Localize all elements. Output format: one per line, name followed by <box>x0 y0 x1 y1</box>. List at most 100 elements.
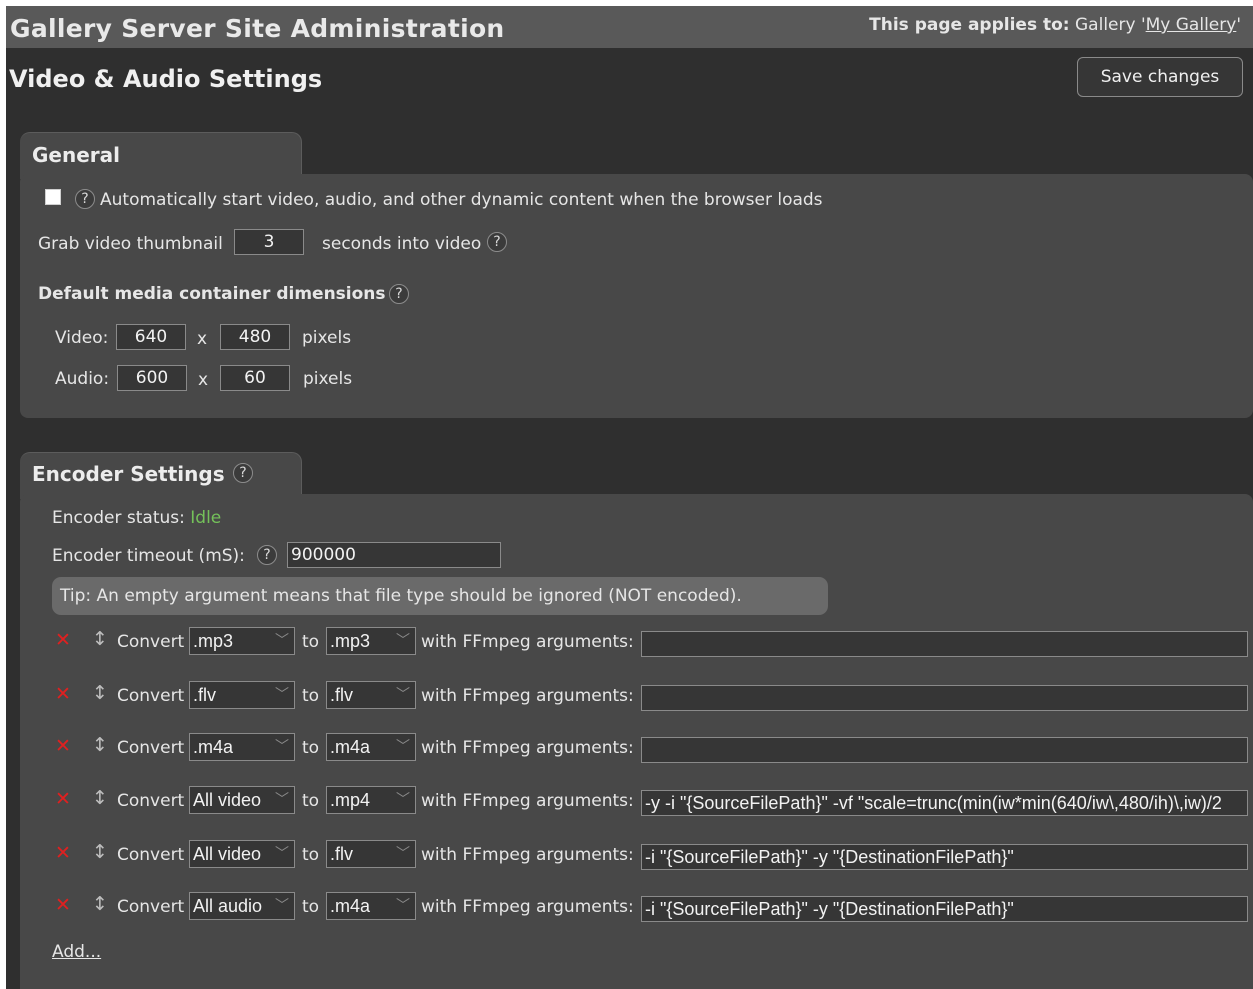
to-type-select[interactable]: .mp3 ﹀ <box>326 627 416 655</box>
to-label: to <box>302 897 320 917</box>
convert-label: Convert <box>117 738 185 758</box>
from-type-value: .m4a <box>193 737 234 757</box>
convert-label: Convert <box>117 632 185 652</box>
from-type-select[interactable]: All video ﹀ <box>189 840 295 868</box>
ffmpeg-args-label: with FFmpeg arguments: <box>421 632 634 652</box>
gallery-link[interactable]: My Gallery <box>1146 15 1237 35</box>
timeout-input[interactable]: 900000 <box>287 542 501 568</box>
ffmpeg-args-label: with FFmpeg arguments: <box>421 791 634 811</box>
thumb-label: Grab video thumbnail <box>38 234 223 254</box>
encoder-status-label: Encoder status: <box>52 508 185 528</box>
from-type-value: .mp3 <box>193 631 234 651</box>
chevron-down-icon: ﹀ <box>275 845 289 861</box>
drag-handle-icon[interactable]: ↕ <box>92 683 108 703</box>
to-type-select[interactable]: .m4a ﹀ <box>326 892 416 920</box>
chevron-down-icon: ﹀ <box>275 897 289 913</box>
from-type-value: .flv <box>193 685 217 705</box>
delete-row-icon[interactable]: ✕ <box>55 789 71 809</box>
chevron-down-icon: ﹀ <box>396 791 410 807</box>
chevron-down-icon: ﹀ <box>396 686 410 702</box>
drag-handle-icon[interactable]: ↕ <box>92 735 108 755</box>
from-type-value: All video <box>193 790 262 810</box>
to-label: to <box>302 791 320 811</box>
ffmpeg-args-input[interactable] <box>641 737 1248 763</box>
timeout-help-icon[interactable]: ? <box>257 545 277 565</box>
encoder-status: Encoder status: Idle <box>52 508 221 528</box>
to-label: to <box>302 632 320 652</box>
chevron-down-icon: ﹀ <box>275 686 289 702</box>
delete-row-icon[interactable]: ✕ <box>55 895 71 915</box>
dims-help-icon[interactable]: ? <box>389 284 409 304</box>
drag-handle-icon[interactable]: ↕ <box>92 894 108 914</box>
convert-label: Convert <box>117 686 185 706</box>
ffmpeg-args-input[interactable]: -i "{SourceFilePath}" -y "{DestinationFi… <box>641 896 1248 922</box>
tip-box: Tip: An empty argument means that file t… <box>52 577 828 615</box>
delete-row-icon[interactable]: ✕ <box>55 684 71 704</box>
audio-label: Audio: <box>55 369 110 389</box>
dims-heading: Default media container dimensions <box>38 284 386 304</box>
autostart-label: Automatically start video, audio, and ot… <box>100 190 823 210</box>
delete-row-icon[interactable]: ✕ <box>55 843 71 863</box>
save-changes-button[interactable]: Save changes <box>1077 57 1243 97</box>
app-title: Gallery Server Site Administration <box>10 14 505 43</box>
from-type-select[interactable]: All video ﹀ <box>189 786 295 814</box>
from-type-select[interactable]: .mp3 ﹀ <box>189 627 295 655</box>
drag-handle-icon[interactable]: ↕ <box>92 842 108 862</box>
encoder-tab-label: Encoder Settings <box>32 462 225 486</box>
applies-prefix: This page applies to: <box>869 15 1070 35</box>
top-bar: Gallery Server Site Administration This … <box>6 6 1253 48</box>
convert-label: Convert <box>117 897 185 917</box>
ffmpeg-args-input[interactable]: -y -i "{SourceFilePath}" -vf "scale=trun… <box>641 790 1248 816</box>
drag-handle-icon[interactable]: ↕ <box>92 629 108 649</box>
encoder-help-icon[interactable]: ? <box>233 463 253 483</box>
autostart-help-icon[interactable]: ? <box>75 189 95 209</box>
to-type-value: .m4a <box>330 737 371 757</box>
to-type-select[interactable]: .m4a ﹀ <box>326 733 416 761</box>
video-x: x <box>197 329 208 349</box>
to-type-select[interactable]: .flv ﹀ <box>326 681 416 709</box>
ffmpeg-args-input[interactable] <box>641 685 1248 711</box>
page-title: Video & Audio Settings <box>9 65 323 93</box>
tip-text: Tip: An empty argument means that file t… <box>60 586 742 606</box>
from-type-value: All video <box>193 844 262 864</box>
applies-gallery-word: Gallery <box>1075 15 1136 35</box>
chevron-down-icon: ﹀ <box>396 845 410 861</box>
to-label: to <box>302 686 320 706</box>
thumb-help-icon[interactable]: ? <box>487 232 507 252</box>
ffmpeg-args-label: with FFmpeg arguments: <box>421 845 634 865</box>
to-type-select[interactable]: .flv ﹀ <box>326 840 416 868</box>
timeout-label: Encoder timeout (mS): <box>52 546 245 566</box>
add-encoder-link[interactable]: Add... <box>52 942 101 962</box>
video-height-input[interactable]: 480 <box>220 324 290 350</box>
chevron-down-icon: ﹀ <box>275 632 289 648</box>
from-type-select[interactable]: .m4a ﹀ <box>189 733 295 761</box>
drag-handle-icon[interactable]: ↕ <box>92 788 108 808</box>
chevron-down-icon: ﹀ <box>275 738 289 754</box>
delete-row-icon[interactable]: ✕ <box>55 630 71 650</box>
delete-row-icon[interactable]: ✕ <box>55 736 71 756</box>
thumb-seconds-input[interactable]: 3 <box>234 229 304 255</box>
from-type-select[interactable]: .flv ﹀ <box>189 681 295 709</box>
encoder-status-value: Idle <box>190 508 222 528</box>
to-type-select[interactable]: .mp4 ﹀ <box>326 786 416 814</box>
video-width-input[interactable]: 640 <box>116 324 186 350</box>
general-tab-label: General <box>32 143 120 167</box>
audio-x: x <box>198 370 209 390</box>
chevron-down-icon: ﹀ <box>396 632 410 648</box>
to-type-value: .mp3 <box>330 631 371 651</box>
audio-height-input[interactable]: 60 <box>220 365 290 391</box>
audio-width-input[interactable]: 600 <box>117 365 187 391</box>
convert-label: Convert <box>117 791 185 811</box>
ffmpeg-args-input[interactable]: -i "{SourceFilePath}" -y "{DestinationFi… <box>641 844 1248 870</box>
chevron-down-icon: ﹀ <box>396 897 410 913</box>
to-type-value: .mp4 <box>330 790 371 810</box>
autostart-checkbox[interactable] <box>45 189 61 205</box>
from-type-select[interactable]: All audio ﹀ <box>189 892 295 920</box>
video-label: Video: <box>55 328 109 348</box>
admin-page: Gallery Server Site Administration This … <box>6 6 1253 989</box>
from-type-value: All audio <box>193 896 263 916</box>
applies-to: This page applies to: Gallery 'My Galler… <box>869 15 1241 35</box>
to-type-value: .m4a <box>330 896 371 916</box>
to-type-value: .flv <box>330 685 354 705</box>
ffmpeg-args-input[interactable] <box>641 631 1248 657</box>
